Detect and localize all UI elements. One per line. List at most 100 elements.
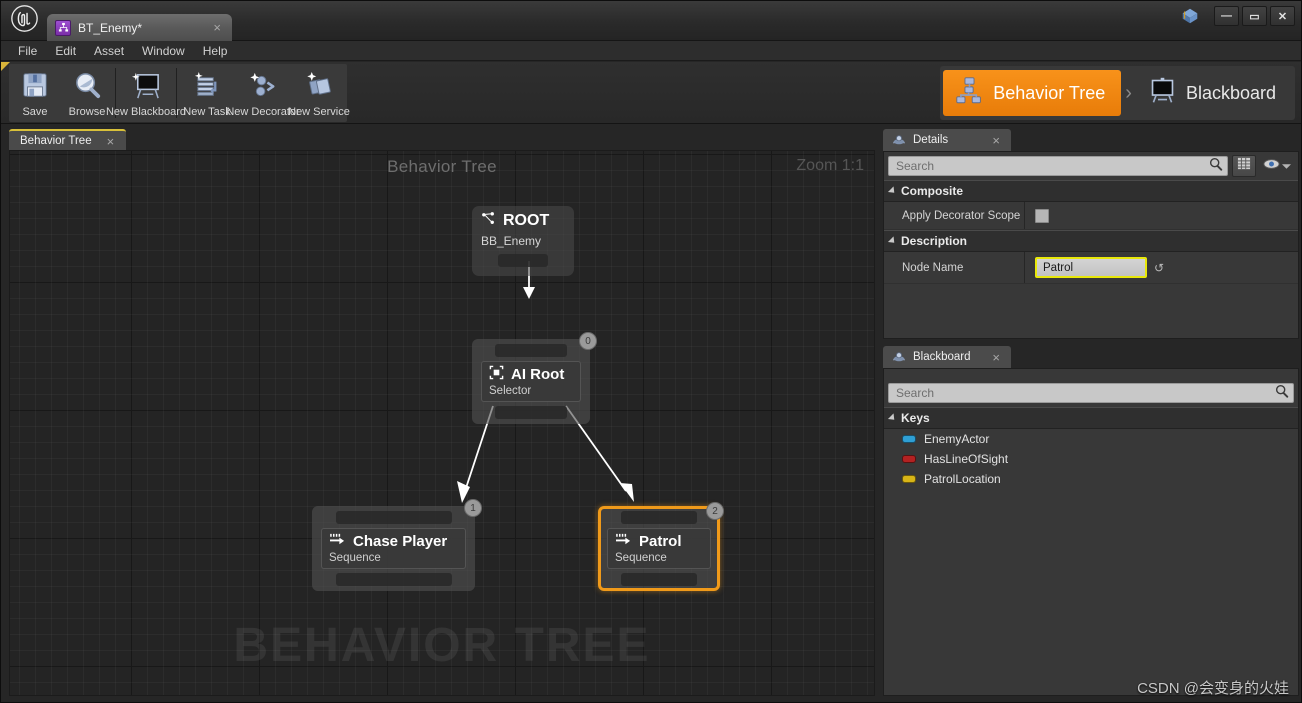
section-title: Keys: [901, 411, 930, 425]
node-title: AI Root: [511, 366, 564, 383]
main-toolbar: Save Browse: [1, 62, 1301, 124]
node-body: AI Root Selector: [481, 361, 581, 402]
sequence-arrow-icon: [615, 532, 632, 551]
search-icon: [1275, 384, 1289, 403]
app-glyph-icon: [1179, 5, 1201, 27]
magnifier-icon: [72, 69, 103, 101]
details-section-composite[interactable]: Composite: [884, 180, 1298, 202]
menu-item-edit[interactable]: Edit: [46, 42, 85, 60]
visibility-eye-icon: [1263, 157, 1280, 175]
chevron-down-icon: [1282, 157, 1291, 175]
node-input-pin[interactable]: [621, 511, 698, 524]
key-label: HasLineOfSight: [924, 452, 1008, 466]
blackboard-key-enemyactor[interactable]: EnemyActor: [884, 429, 1298, 449]
root-output-pin[interactable]: [498, 254, 548, 267]
root-graph-icon: [481, 211, 496, 231]
mode-button-behavior-tree[interactable]: Behavior Tree: [943, 70, 1121, 116]
node-title-row: Patrol: [615, 532, 701, 551]
behavior-tree-graph-panel[interactable]: Behavior Tree Zoom 1:1 BEHAVIOR TREE: [9, 150, 875, 696]
mode-label-blackboard: Blackboard: [1186, 83, 1276, 104]
graph-tab-bar: Behavior Tree ×: [9, 129, 126, 151]
revert-icon[interactable]: ↺: [1154, 261, 1164, 275]
section-title: Composite: [901, 184, 963, 198]
graph-node-chase-player[interactable]: Chase Player Sequence 1: [312, 506, 475, 591]
blackboard-spacer: [884, 369, 1298, 383]
property-value: Patrol ↺: [1024, 252, 1298, 283]
graph-tab-label: Behavior Tree: [20, 135, 92, 147]
details-section-description[interactable]: Description: [884, 230, 1298, 252]
document-tab-label: BT_Enemy*: [78, 21, 201, 35]
maximize-button[interactable]: ▭: [1242, 6, 1267, 26]
tab-behavior-tree-graph[interactable]: Behavior Tree ×: [9, 129, 126, 151]
node-subtitle: Selector: [489, 385, 571, 397]
sequence-arrow-icon: [329, 532, 346, 551]
blackboard-section-keys[interactable]: Keys: [884, 407, 1298, 429]
chevron-right-icon: ›: [1121, 82, 1136, 105]
menu-item-asset[interactable]: Asset: [85, 42, 133, 60]
blackboard-key-haslineofsight[interactable]: HasLineOfSight: [884, 449, 1298, 469]
details-search-input[interactable]: Search: [888, 156, 1228, 176]
new-blackboard-button[interactable]: New Blackboard: [118, 64, 174, 122]
decorator-nodes-icon: [248, 69, 279, 101]
browse-label: Browse: [69, 106, 106, 118]
property-value: [1024, 202, 1298, 229]
details-panel-icon: [891, 134, 906, 147]
root-node-title: ROOT: [503, 212, 549, 230]
node-output-pin[interactable]: [495, 406, 567, 419]
key-label: PatrolLocation: [924, 472, 1001, 486]
node-title: Chase Player: [353, 533, 447, 550]
details-visibility-button[interactable]: [1260, 157, 1294, 175]
mode-button-blackboard[interactable]: Blackboard: [1136, 70, 1292, 116]
details-search-placeholder: Search: [896, 159, 1209, 173]
node-body: Chase Player Sequence: [321, 528, 466, 569]
node-input-pin[interactable]: [495, 344, 567, 357]
editor-mode-switcher: Behavior Tree › Blackboard: [940, 66, 1295, 120]
close-tab-icon[interactable]: ×: [208, 21, 226, 34]
apply-decorator-scope-checkbox[interactable]: [1035, 209, 1049, 223]
menu-item-window[interactable]: Window: [133, 42, 194, 60]
key-type-color-chip: [902, 435, 916, 443]
details-search-row: Search: [884, 152, 1298, 180]
save-label: Save: [22, 106, 47, 118]
node-execution-index: 1: [464, 499, 482, 517]
close-icon[interactable]: ×: [987, 351, 1005, 364]
node-name-input[interactable]: Patrol: [1035, 257, 1147, 278]
minimize-button[interactable]: —: [1214, 6, 1239, 26]
details-panel: Search: [883, 151, 1299, 339]
node-input-pin[interactable]: [336, 511, 452, 524]
csdn-watermark: CSDN @会变身的火娃: [1137, 677, 1289, 698]
node-output-pin[interactable]: [621, 573, 698, 586]
selector-bracket-icon: [489, 365, 504, 384]
expand-triangle-icon: [888, 186, 897, 195]
menu-item-help[interactable]: Help: [194, 42, 237, 60]
behavior-tree-icon: [955, 76, 984, 110]
graph-node-root[interactable]: ROOT BB_Enemy: [472, 206, 574, 276]
node-output-pin[interactable]: [336, 573, 452, 586]
menu-item-file[interactable]: File: [9, 42, 46, 60]
close-icon[interactable]: ×: [102, 135, 120, 148]
blackboard-tab-bar: Blackboard ×: [883, 346, 1011, 368]
blackboard-panel: Search Keys EnemyActor HasLineOfSight: [883, 368, 1299, 696]
search-icon: [1209, 157, 1223, 176]
tab-details[interactable]: Details ×: [883, 129, 1011, 151]
property-label: Apply Decorator Scope: [884, 210, 1024, 222]
document-tab-bt-enemy[interactable]: BT_Enemy* ×: [47, 14, 232, 41]
task-stack-icon: [192, 69, 223, 101]
mode-label-behavior-tree: Behavior Tree: [993, 83, 1105, 104]
details-grid-view-button[interactable]: [1232, 155, 1256, 177]
new-decorator-button[interactable]: New Decorator: [235, 64, 291, 122]
blackboard-search-input[interactable]: Search: [888, 383, 1294, 403]
tab-blackboard[interactable]: Blackboard ×: [883, 346, 1011, 368]
graph-node-ai-root[interactable]: AI Root Selector 0: [472, 339, 590, 424]
blackboard-easel-icon: [131, 69, 162, 101]
new-service-button[interactable]: New Service: [291, 64, 347, 122]
key-type-color-chip: [902, 475, 916, 483]
node-execution-index: 0: [579, 332, 597, 350]
close-icon[interactable]: ×: [987, 134, 1005, 147]
unreal-engine-logo-icon: [1, 0, 47, 40]
save-button[interactable]: Save: [9, 64, 61, 122]
blackboard-key-patrollocation[interactable]: PatrolLocation: [884, 469, 1298, 489]
key-type-color-chip: [902, 455, 916, 463]
graph-node-patrol[interactable]: Patrol Sequence 2: [598, 506, 720, 591]
close-button[interactable]: ✕: [1270, 6, 1295, 26]
